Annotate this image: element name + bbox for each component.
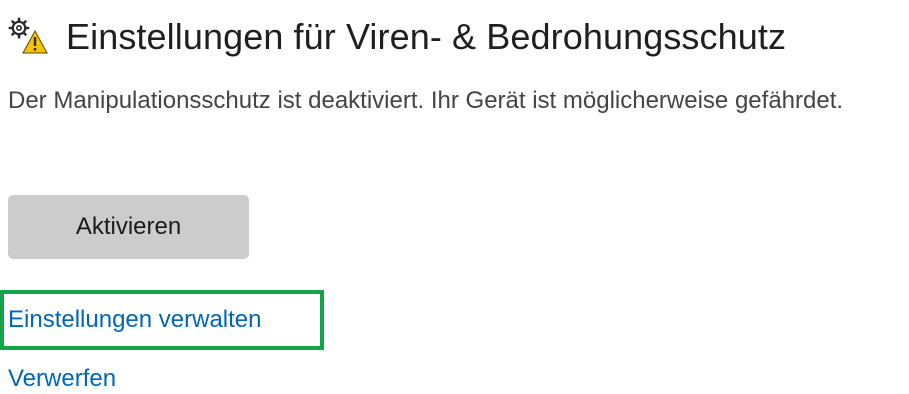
virus-threat-protection-settings-panel: Einstellungen für Viren- & Bedrohungssch…: [0, 0, 909, 392]
manage-settings-link[interactable]: Einstellungen verwalten: [8, 305, 262, 335]
dismiss-link[interactable]: Verwerfen: [8, 364, 116, 394]
page-title: Einstellungen für Viren- & Bedrohungssch…: [66, 16, 787, 57]
section-header: Einstellungen für Viren- & Bedrohungssch…: [8, 14, 786, 60]
activate-button[interactable]: Aktivieren: [8, 195, 249, 259]
tamper-protection-status-text: Der Manipulationsschutz ist deaktiviert.…: [8, 87, 844, 114]
gear-warning-icon: [8, 17, 48, 54]
